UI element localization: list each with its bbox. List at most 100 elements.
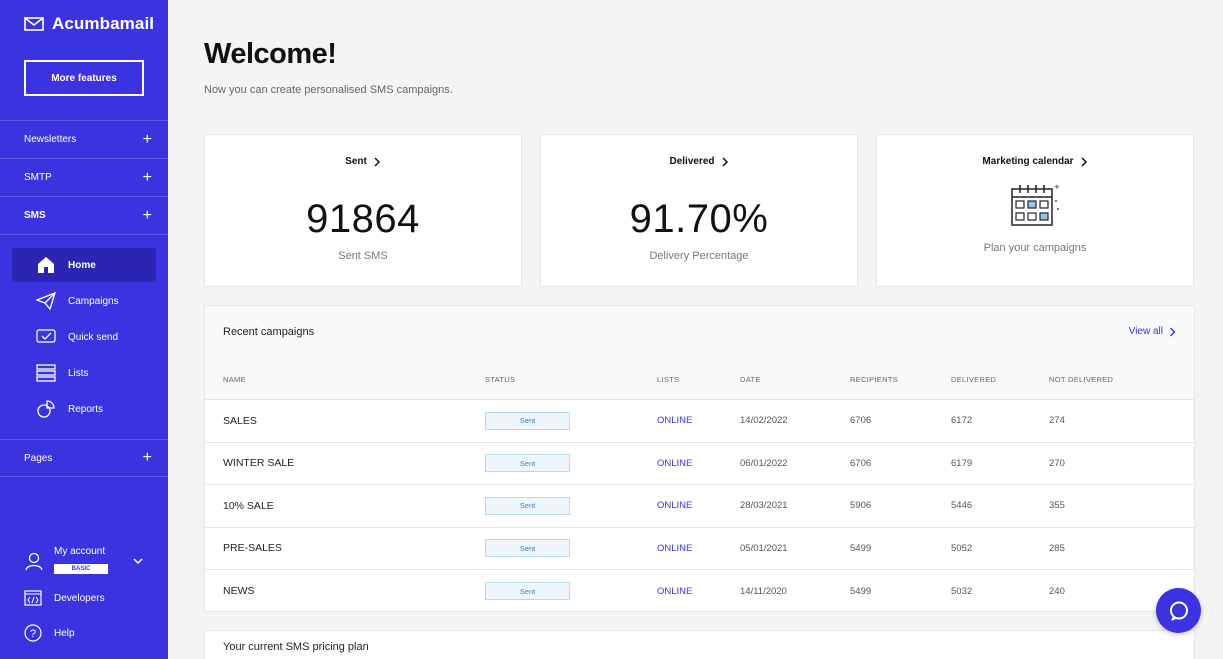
card-title[interactable]: Sent	[205, 156, 521, 167]
paper-plane-icon	[36, 291, 56, 311]
sent-card[interactable]: Sent 91864 Sent SMS	[204, 134, 522, 287]
recipients-cell: 5499	[850, 542, 872, 554]
sidebar-item-quick-send[interactable]: Quick send	[12, 320, 156, 354]
name-cell: PRE-SALES	[223, 542, 282, 555]
section-sms[interactable]: SMS +	[0, 196, 168, 234]
date-cell: 14/11/2020	[740, 585, 787, 597]
recent-campaigns-table: Recent campaigns View all NAME STATUS LI…	[204, 305, 1196, 613]
calendar-icon: +	[1011, 183, 1060, 226]
help-icon: ?	[24, 624, 42, 642]
account-label: My account	[54, 546, 106, 557]
list-icon	[36, 364, 56, 382]
marketing-calendar-card[interactable]: Marketing calendar + Plan your campaigns	[876, 134, 1194, 287]
chat-support-button[interactable]	[1156, 588, 1201, 633]
date-cell: 14/02/2022	[740, 415, 788, 427]
date-cell: 05/01/2021	[740, 542, 788, 554]
main-content: Welcome! Now you can create personalised…	[168, 0, 1223, 659]
envelope-icon	[24, 17, 44, 31]
date-cell: 28/03/2021	[740, 500, 788, 512]
sidebar-item-developers[interactable]: Developers	[24, 589, 105, 607]
list-cell[interactable]: ONLINE	[657, 443, 692, 485]
sidebar-item-label: Developers	[54, 592, 105, 604]
list-cell[interactable]: ONLINE	[657, 570, 692, 613]
recipients-cell: 5906	[850, 500, 872, 512]
page-title: Welcome!	[204, 38, 337, 70]
plus-icon[interactable]: +	[143, 131, 152, 148]
name-cell: WINTER SALE	[223, 457, 295, 470]
pricing-plan-card: Your current SMS pricing plan	[204, 630, 1195, 659]
not-delivered-cell: 274	[1049, 415, 1065, 427]
recipients-cell: 5499	[850, 585, 872, 597]
status-badge: Sent	[485, 582, 570, 601]
plus-icon[interactable]: +	[143, 450, 152, 466]
delivered-cell: 5032	[951, 585, 973, 597]
status-badge: Sent	[485, 454, 570, 473]
column-header: DELIVERED	[951, 375, 997, 384]
sidebar-item-help[interactable]: ? Help	[24, 624, 75, 642]
sidebar-item-label: Campaigns	[68, 295, 119, 307]
pricing-plan-title: Your current SMS pricing plan	[223, 641, 369, 653]
status-cell: Sent	[485, 570, 570, 613]
sidebar-item-reports[interactable]: Reports	[12, 392, 156, 426]
divider	[0, 234, 168, 235]
list-cell[interactable]: ONLINE	[657, 528, 692, 570]
sidebar-item-label: Help	[54, 627, 75, 639]
table-row[interactable]: SALES Sent ONLINE 14/02/2022 6706 6172 274	[205, 400, 1196, 443]
reports-icon	[37, 400, 55, 418]
delivered-card[interactable]: Delivered 91.70% Delivery Percentage	[540, 134, 858, 287]
delivered-label: Delivery Percentage	[649, 250, 749, 262]
section-label: Newsletters	[24, 134, 77, 145]
table-row[interactable]: WINTER SALE Sent ONLINE 06/01/2022 6706 6179 2…	[205, 443, 1196, 485]
column-header: DATE	[740, 375, 761, 384]
status-cell: Sent	[485, 528, 570, 570]
sidebar-item-lists[interactable]: Lists	[12, 356, 156, 390]
sidebar-item-label: Home	[68, 259, 96, 271]
sidebar-item-home[interactable]: Home	[12, 248, 156, 282]
chat-bubble-icon	[1169, 601, 1188, 621]
list-cell[interactable]: ONLINE	[657, 400, 692, 442]
recipients-cell: 6706	[850, 457, 872, 469]
section-newsletters[interactable]: Newsletters +	[0, 120, 168, 158]
sidebar: Acumbamail More features Newsletters + S…	[0, 0, 168, 659]
card-title[interactable]: Marketing calendar	[877, 156, 1193, 167]
sidebar-item-label: Lists	[68, 367, 89, 379]
delivered-cell: 6172	[951, 415, 973, 427]
table-row[interactable]: 10% SALE Sent ONLINE 28/03/2021 5906 5446 355	[205, 485, 1196, 528]
name-cell: 10% SALE	[223, 499, 274, 512]
name-cell: SALES	[223, 414, 257, 427]
svg-text:+: +	[1054, 183, 1060, 191]
sent-label: Sent SMS	[338, 250, 388, 262]
not-delivered-cell: 240	[1049, 585, 1065, 597]
status-badge: Sent	[485, 496, 570, 515]
table-row[interactable]: PRE-SALES Sent ONLINE 05/01/2021 5499 5052 285	[205, 528, 1196, 570]
view-all-link[interactable]: View all	[1129, 326, 1176, 337]
card-title-text: Delivered	[669, 156, 715, 167]
chevron-down-icon[interactable]	[132, 555, 144, 567]
not-delivered-cell: 270	[1049, 457, 1065, 469]
section-label: SMS	[24, 210, 46, 221]
home-icon	[38, 257, 54, 273]
status-cell: Sent	[485, 400, 570, 442]
card-title-text: Sent	[345, 156, 367, 167]
section-smtp[interactable]: SMTP +	[0, 158, 168, 196]
plan-badge: BASIC	[54, 564, 108, 574]
section-pages[interactable]: Pages +	[0, 439, 168, 477]
status-cell: Sent	[485, 443, 570, 485]
plus-icon[interactable]: +	[143, 207, 152, 224]
user-icon	[25, 552, 43, 570]
status-cell: Sent	[485, 485, 570, 527]
svg-text:?: ?	[30, 628, 36, 640]
table-row[interactable]: NEWS Sent ONLINE 14/11/2020 5499 5032 240	[205, 570, 1196, 613]
card-title[interactable]: Delivered	[541, 156, 857, 167]
column-header: LISTS	[657, 375, 680, 384]
status-badge: Sent	[485, 411, 570, 430]
list-cell[interactable]: ONLINE	[657, 485, 692, 527]
not-delivered-cell: 285	[1049, 542, 1065, 554]
calendar-label: Plan your campaigns	[983, 242, 1087, 254]
name-cell: NEWS	[223, 585, 255, 598]
plus-icon[interactable]: +	[143, 169, 152, 186]
chevron-right-icon	[1081, 156, 1087, 167]
sidebar-item-campaigns[interactable]: Campaigns	[12, 284, 156, 318]
more-features-button[interactable]: More features	[24, 60, 144, 96]
brand-logo[interactable]: Acumbamail	[24, 14, 154, 34]
